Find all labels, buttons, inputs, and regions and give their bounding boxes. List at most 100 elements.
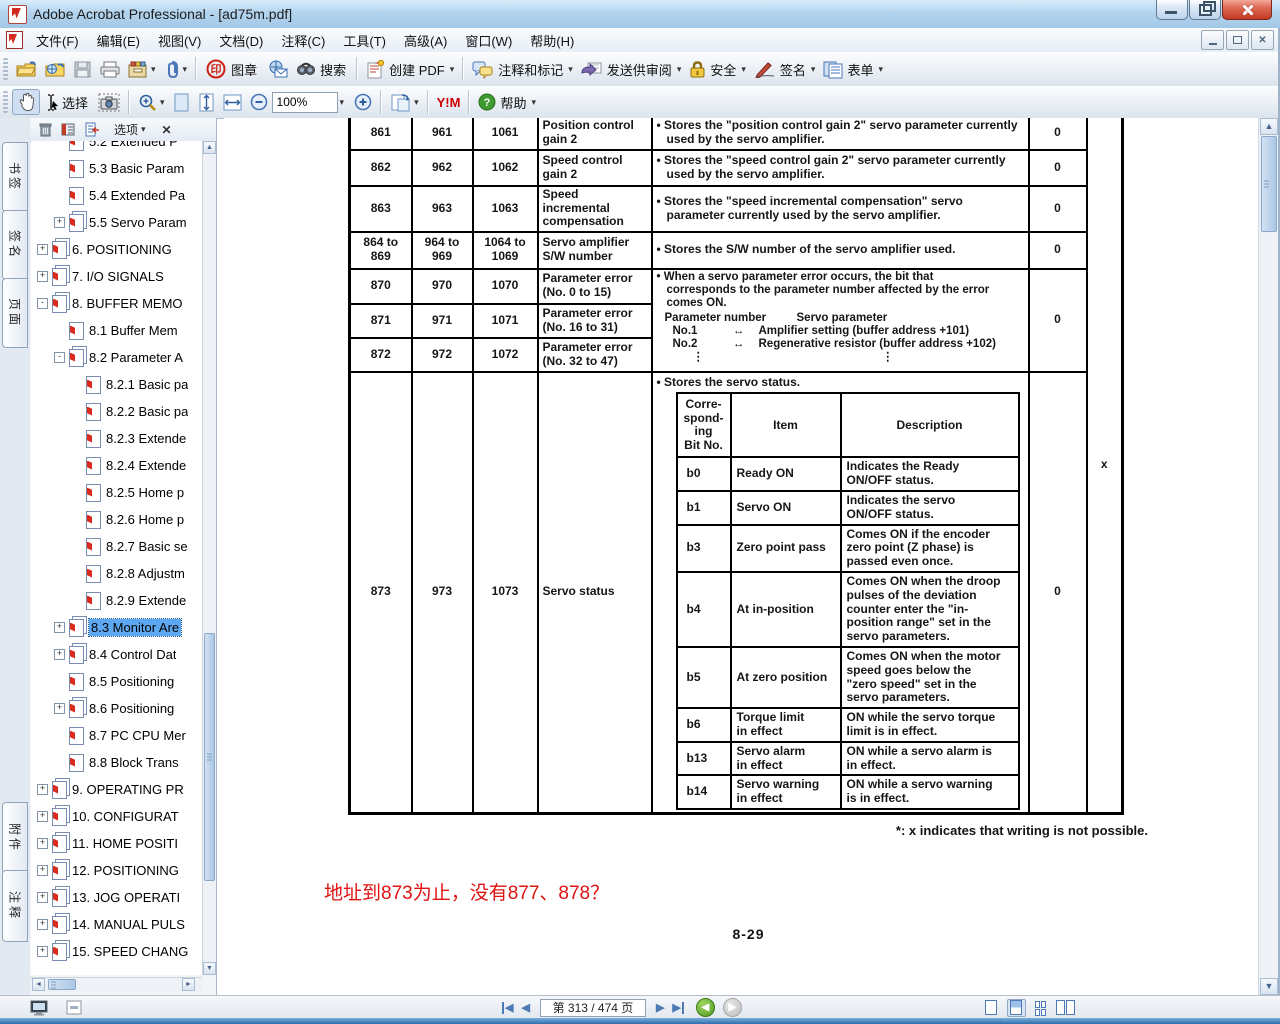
bookmark-item[interactable]: 8.2.4 Extende [31, 452, 203, 479]
next-page-button[interactable]: ▶ [656, 1001, 664, 1014]
zoom-in-button[interactable] [350, 90, 376, 114]
fit-page-button[interactable] [169, 90, 194, 115]
restore-button[interactable] [1189, 0, 1221, 20]
bookmark-label[interactable]: 8.2.7 Basic se [106, 539, 188, 554]
expand-toggle[interactable]: + [37, 271, 48, 282]
nav-tab-attachments[interactable]: 附件 [2, 802, 28, 874]
bookmark-item[interactable]: 8.1 Buffer Mem [31, 317, 203, 344]
expand-toggle[interactable]: + [37, 838, 48, 849]
history-back-button[interactable]: ◀ [696, 998, 715, 1017]
bookmark-item[interactable]: +8.3 Monitor Are [31, 614, 203, 641]
document-icon[interactable] [6, 31, 23, 49]
bookmark-item[interactable]: 8.2.9 Extende [31, 587, 203, 614]
menu-file[interactable]: 文件(F) [27, 29, 88, 52]
bookmark-label[interactable]: 8.5 Positioning [89, 674, 174, 689]
doc-close-button[interactable]: ✕ [1251, 30, 1274, 50]
scroll-up-button[interactable]: ▲ [1260, 118, 1278, 135]
nav-tab-signatures[interactable]: 签名 [2, 210, 28, 280]
organizer-button[interactable]: ▾ [124, 58, 160, 81]
first-page-button[interactable]: ◀ [502, 1001, 513, 1014]
bookmark-item[interactable]: +8.4 Control Dat [31, 641, 203, 668]
forms-button[interactable]: 表单▾ [819, 57, 887, 82]
bookmark-item[interactable]: 8.2.8 Adjustm [31, 560, 203, 587]
fit-width-button[interactable] [219, 90, 246, 115]
expand-toggle[interactable]: + [37, 865, 48, 876]
new-bookmark-button[interactable] [85, 122, 100, 137]
expand-toggle[interactable]: + [37, 919, 48, 930]
scroll-thumb[interactable] [204, 633, 215, 881]
expand-toggle[interactable]: + [54, 703, 65, 714]
close-button[interactable] [1222, 0, 1272, 20]
comment-markup-button[interactable]: 注释和标记▾ [468, 57, 577, 82]
bookmark-label[interactable]: 8.2.6 Home p [106, 512, 184, 527]
bookmark-item[interactable]: 8.2.2 Basic pa [31, 398, 203, 425]
stamp-button[interactable]: 印图章 [201, 56, 263, 82]
bookmark-item[interactable]: +15. SPEED CHANG [31, 938, 203, 965]
expand-toggle[interactable]: + [37, 811, 48, 822]
toolbar-grip[interactable] [3, 91, 8, 113]
annotation-text[interactable]: 地址到873为止，没有877、878？ [324, 878, 609, 905]
nav-tab-comments[interactable]: 注释 [2, 870, 28, 942]
search-button[interactable]: 搜索 [292, 57, 352, 82]
delete-bookmark-button[interactable] [39, 122, 52, 137]
bookmark-label[interactable]: 15. SPEED CHANG [72, 944, 188, 959]
menu-window[interactable]: 窗口(W) [456, 29, 521, 52]
menu-help[interactable]: 帮助(H) [521, 29, 583, 52]
bookmark-item[interactable]: 8.2.5 Home p [31, 479, 203, 506]
bookmark-label[interactable]: 8. BUFFER MEMO [72, 296, 183, 311]
bookmark-label[interactable]: 8.2.8 Adjustm [106, 566, 185, 581]
menu-tools[interactable]: 工具(T) [334, 29, 395, 52]
bookmark-item[interactable]: +6. POSITIONING [31, 236, 203, 263]
save-button[interactable] [70, 58, 96, 81]
bookmark-label[interactable]: 8.8 Block Trans [89, 755, 179, 770]
doc-restore-button[interactable] [1226, 30, 1249, 50]
bookmark-label[interactable]: 5.4 Extended Pa [89, 188, 185, 203]
bookmark-label[interactable]: 5.2 Extended P [89, 141, 178, 149]
bookmark-item[interactable]: -8.2 Parameter A [31, 344, 203, 371]
options-menu-button[interactable]: 选项▾ [114, 121, 146, 138]
expand-current-bookmark-button[interactable] [61, 122, 76, 137]
bookmark-item[interactable]: 8.5 Positioning [31, 668, 203, 695]
attach-button[interactable]: ▾ [160, 57, 192, 81]
facing-button[interactable] [1057, 999, 1076, 1017]
scroll-down-button[interactable]: ▼ [1260, 978, 1278, 995]
bookmark-item[interactable]: 5.3 Basic Param [31, 155, 203, 182]
bookmark-label[interactable]: 8.2 Parameter A [89, 350, 183, 365]
expand-toggle[interactable]: + [37, 244, 48, 255]
bookmark-item[interactable]: 8.2.6 Home p [31, 506, 203, 533]
document-vscrollbar[interactable]: ▲ ▼ [1258, 118, 1279, 995]
bookmark-item[interactable]: 5.2 Extended P [31, 141, 203, 155]
scroll-up-button[interactable]: ▲ [203, 141, 216, 154]
menu-advanced[interactable]: 高级(A) [395, 29, 456, 52]
scroll-thumb[interactable] [1261, 136, 1277, 232]
bookmark-label[interactable]: 8.2.2 Basic pa [106, 404, 188, 419]
zoom-level-field[interactable] [272, 92, 338, 113]
expand-toggle[interactable]: + [37, 892, 48, 903]
expand-toggle[interactable]: + [54, 217, 65, 228]
scroll-down-button[interactable]: ▼ [203, 962, 216, 975]
menu-edit[interactable]: 编辑(E) [88, 29, 149, 52]
history-forward-button[interactable]: ▶ [723, 998, 742, 1017]
zoom-dropdown-arrow[interactable]: ▾ [340, 97, 345, 108]
bookmark-label[interactable]: 6. POSITIONING [72, 242, 172, 257]
bookmark-label[interactable]: 8.2.4 Extende [106, 458, 186, 473]
bookmark-item[interactable]: 5.4 Extended Pa [31, 182, 203, 209]
toolbar-grip[interactable] [3, 58, 8, 80]
bookmark-label[interactable]: 13. JOG OPERATI [72, 890, 180, 905]
bookmark-label[interactable]: 8.2.3 Extende [106, 431, 186, 446]
bookmark-label[interactable]: 8.6 Positioning [89, 701, 174, 716]
doc-minimize-button[interactable] [1201, 30, 1224, 50]
bookmark-item[interactable]: 8.8 Block Trans [31, 749, 203, 776]
scroll-thumb[interactable] [48, 979, 76, 990]
menu-document[interactable]: 文档(D) [210, 29, 272, 52]
sign-button[interactable]: 签名▾ [750, 57, 820, 82]
help-button[interactable]: ?帮助▾ [474, 90, 540, 115]
send-review-button[interactable]: 发送供审阅▾ [577, 57, 686, 82]
bookmark-item[interactable]: +10. CONFIGURAT [31, 803, 203, 830]
nav-tab-pages[interactable]: 页面 [2, 278, 28, 348]
bookmark-label[interactable]: 7. I/O SIGNALS [72, 269, 164, 284]
bookmark-item[interactable]: +12. POSITIONING [31, 857, 203, 884]
sidebar-hscrollbar[interactable]: ◄ ► [30, 977, 202, 992]
single-page-button[interactable] [982, 999, 1001, 1017]
previous-page-button[interactable]: ◀ [521, 1001, 529, 1014]
